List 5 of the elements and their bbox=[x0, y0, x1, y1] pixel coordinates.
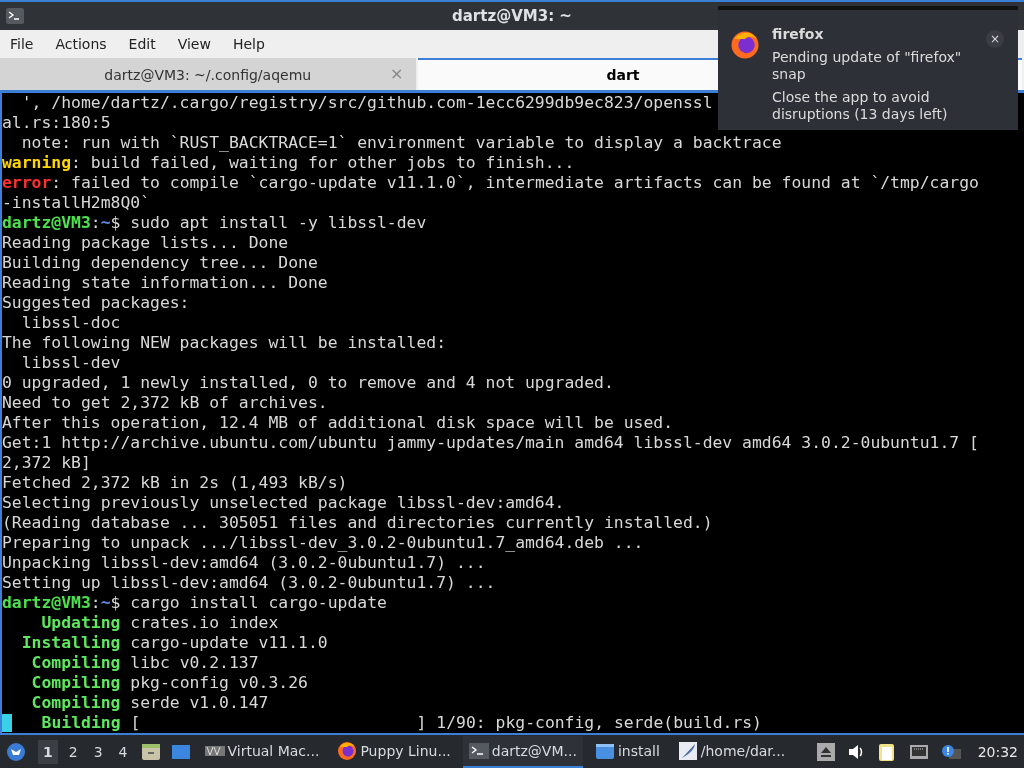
notification-message: Close the app to avoid disruptions (13 days left) bbox=[772, 89, 949, 123]
notification-message: Pending update of "firefox" snap bbox=[772, 49, 963, 83]
notification-title: firefox bbox=[772, 26, 824, 43]
clock: 20:32 bbox=[977, 743, 1018, 760]
window-title: dartz@VM3: ~ bbox=[452, 7, 572, 25]
